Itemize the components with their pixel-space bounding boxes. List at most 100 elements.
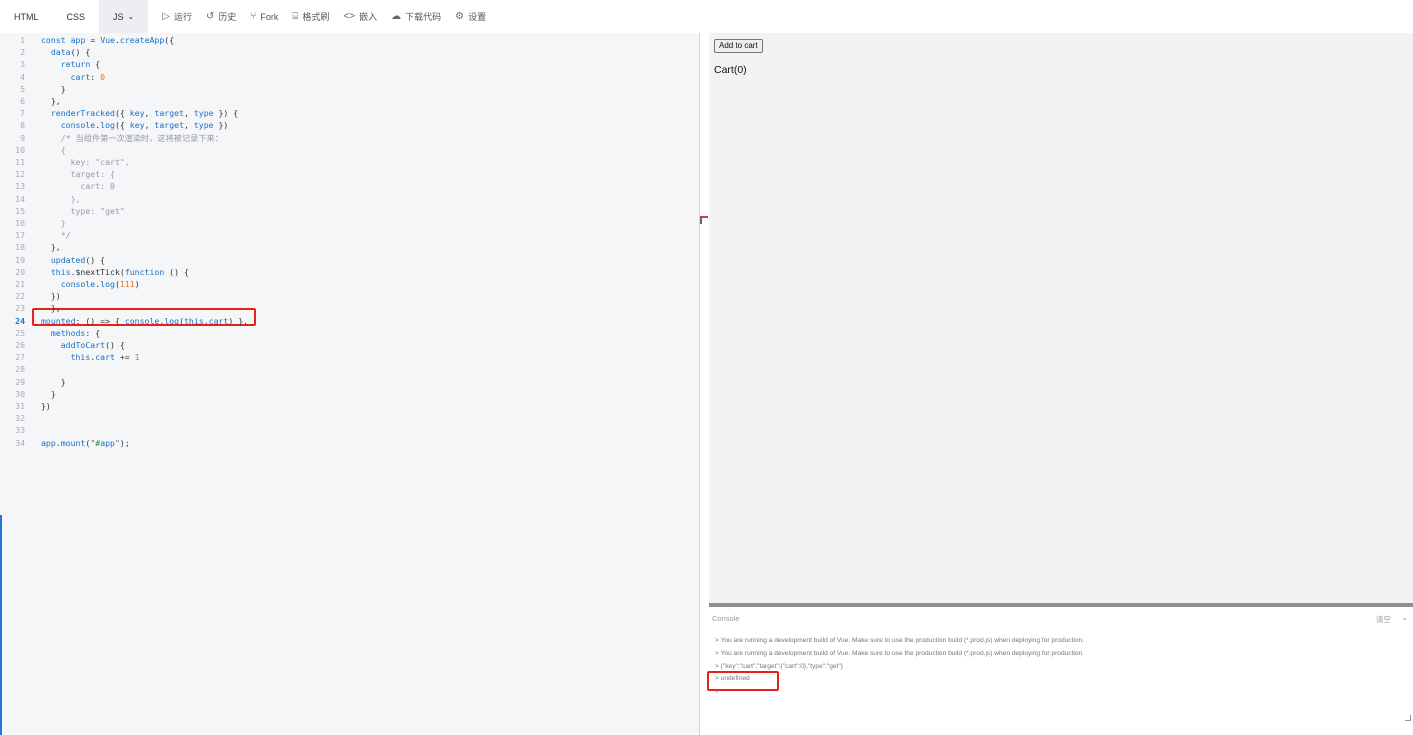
line-number: 1 xyxy=(20,35,25,45)
code-text: renderTracked({ key, target, type }) { xyxy=(50,108,239,119)
fork-icon: ⑂ xyxy=(250,11,257,22)
tab-css-label: CSS xyxy=(66,11,86,22)
resize-grip-icon[interactable] xyxy=(1405,715,1411,721)
console-title: Console xyxy=(712,614,740,623)
format-label: 格式刷 xyxy=(302,12,330,22)
run-label: 运行 xyxy=(173,12,192,22)
console-log-line: > xyxy=(715,688,719,696)
settings-button[interactable]: ⚙ 设置 xyxy=(455,10,486,23)
line-number: 4 xyxy=(20,71,25,82)
line-number: 13 xyxy=(15,181,25,192)
left-edge-marker xyxy=(0,515,2,735)
history-label: 历史 xyxy=(218,12,237,22)
line-number: 5 xyxy=(20,83,25,94)
console-log-line: > {"key":"cart","target":{"cart":0},"typ… xyxy=(715,662,843,670)
line-number: 23 xyxy=(15,303,25,314)
code-text: addToCart() { xyxy=(60,340,125,350)
format-button[interactable]: ⌸ 格式刷 xyxy=(292,10,329,23)
line-number: 15 xyxy=(15,205,25,216)
line-number: 12 xyxy=(15,169,25,180)
console-log-line: > You are running a development build of… xyxy=(715,649,1085,657)
code-text: console.log(111) xyxy=(60,279,140,289)
line-number: 14 xyxy=(15,193,25,204)
line-number: 34 xyxy=(15,437,25,448)
embed-icon: <> xyxy=(343,11,356,22)
settings-icon: ⚙ xyxy=(455,11,465,22)
line-number: 27 xyxy=(15,352,25,363)
preview-pane: Add to cart Cart(0) xyxy=(709,33,1413,604)
code-text: }, xyxy=(41,242,61,253)
format-icon: ⌸ xyxy=(292,11,299,22)
console-clear-button[interactable]: 清空 xyxy=(1376,614,1391,625)
toolbar: HTML CSS JS ⌄ ▷ 运行 ↺ 历史 ⑂ Fork ⌸ 格式刷 <> 嵌入 ☁ 下载… xyxy=(0,0,1413,33)
line-number: 33 xyxy=(15,425,25,436)
line-number: 28 xyxy=(15,364,25,375)
embed-label: 嵌入 xyxy=(359,12,378,22)
line-number: 7 xyxy=(20,108,25,119)
settings-label: 设置 xyxy=(468,12,487,22)
line-number: 25 xyxy=(15,327,25,338)
download-button[interactable]: ☁ 下载代码 xyxy=(391,10,441,23)
play-icon: ▷ xyxy=(162,11,170,22)
code-text: */ xyxy=(41,230,71,241)
run-button[interactable]: ▷ 运行 xyxy=(162,10,192,23)
line-number: 20 xyxy=(15,266,25,277)
tab-html[interactable]: HTML xyxy=(0,0,53,33)
cart-count-text: Cart(0) xyxy=(714,64,747,76)
code-text: key: "cart", xyxy=(41,157,130,167)
code-text: const app = Vue.createApp({ xyxy=(41,35,175,45)
line-number: 19 xyxy=(15,254,25,265)
embed-button[interactable]: <> 嵌入 xyxy=(343,10,377,23)
code-text: return { xyxy=(60,59,101,70)
download-icon: ☁ xyxy=(391,11,402,22)
code-text: }, xyxy=(41,303,61,314)
line-number: 26 xyxy=(15,340,25,350)
line-number: 21 xyxy=(15,279,25,289)
code-text: data() { xyxy=(50,47,91,58)
download-label: 下载代码 xyxy=(405,12,442,22)
code-text: console.log({ key, target, type }) xyxy=(60,120,229,131)
tab-js[interactable]: JS ⌄ xyxy=(99,0,149,33)
history-icon: ↺ xyxy=(205,11,215,22)
code-text: updated() { xyxy=(50,254,106,265)
line-number: 9 xyxy=(20,132,25,143)
pane-splitter[interactable] xyxy=(699,33,709,735)
chevron-down-icon[interactable]: ⌄ xyxy=(1401,613,1408,622)
tab-css[interactable]: CSS xyxy=(53,0,100,33)
console-log-line: > undefined xyxy=(715,675,750,683)
code-text: cart: 0 xyxy=(70,71,106,82)
line-number: 29 xyxy=(15,376,25,387)
line-number: 2 xyxy=(20,47,25,58)
fork-button[interactable]: ⑂ Fork xyxy=(250,11,278,22)
code-text: type: "get" xyxy=(41,205,125,216)
line-number: 32 xyxy=(15,413,25,424)
line-number: 22 xyxy=(15,291,25,302)
line-number: 3 xyxy=(20,59,25,70)
line-number: 11 xyxy=(15,157,25,167)
tab-html-label: HTML xyxy=(14,11,39,22)
code-text: /* 当组件第一次渲染时，这将被记录下来： xyxy=(41,132,223,143)
code-editor[interactable]: 1 const app = Vue.createApp({2 data() {3 … xyxy=(0,33,699,735)
history-button[interactable]: ↺ 历史 xyxy=(206,10,236,23)
code-text: } xyxy=(41,376,66,387)
code-text: }, xyxy=(41,193,81,204)
code-text: }) xyxy=(41,401,51,411)
code-text: mounted: () => { console.log(this.cart) … xyxy=(41,315,249,326)
console-panel: Console 清空 ⌄ > You are running a develop… xyxy=(707,607,1413,735)
add-to-cart-button[interactable]: Add to cart xyxy=(714,39,763,53)
code-text: } xyxy=(41,388,56,399)
line-number: 8 xyxy=(20,120,25,131)
code-text: }) xyxy=(41,291,61,302)
code-text: this.cart += 1 xyxy=(70,352,140,363)
code-text: }, xyxy=(41,96,61,106)
code-text: this.$nextTick(function () { xyxy=(50,266,189,277)
tab-js-label: JS xyxy=(113,11,124,22)
code-text: } xyxy=(41,218,66,228)
fork-label: Fork xyxy=(260,11,279,22)
line-number: 17 xyxy=(15,230,25,241)
line-number: 24 xyxy=(15,315,25,326)
code-text: } xyxy=(41,83,66,94)
code-text: target: { xyxy=(41,169,115,180)
chevron-down-icon: ⌄ xyxy=(127,12,135,21)
splitter-handle[interactable] xyxy=(700,216,708,224)
